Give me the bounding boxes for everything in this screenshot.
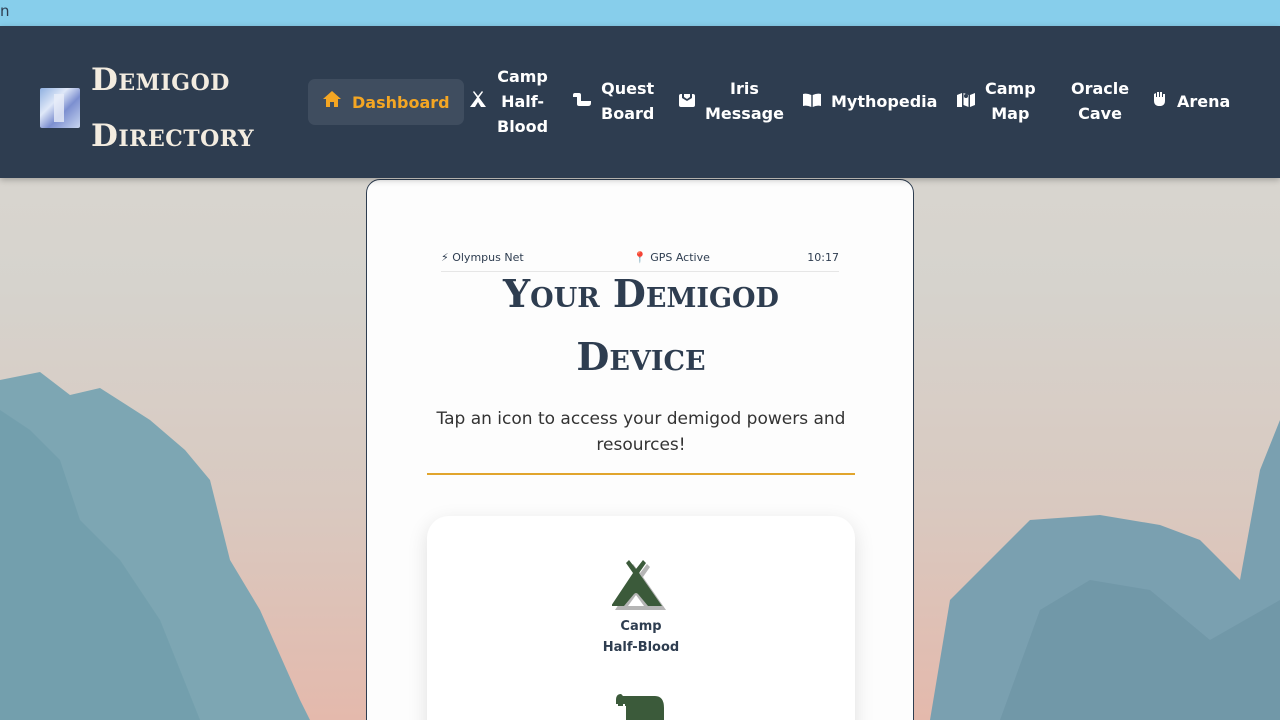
- app-label: Camp Half-Blood: [602, 619, 680, 655]
- tent-icon: [611, 560, 670, 612]
- nav-item-arena[interactable]: Arena: [1153, 89, 1230, 114]
- nav-item-quest-board[interactable]: Quest Board: [573, 76, 654, 126]
- device-card: ⚡ Olympus Net 📍 GPS Active 10:17 Your De…: [366, 179, 914, 720]
- nav-item-dashboard[interactable]: Dashboard: [308, 79, 464, 125]
- home-icon: [322, 90, 342, 115]
- tent-icon: [469, 89, 487, 114]
- nav-item-mythopedia[interactable]: Mythopedia: [803, 89, 937, 114]
- nav-item-camp-map[interactable]: Camp Map: [957, 76, 1036, 126]
- top-strip: n: [0, 0, 1280, 26]
- map-icon: [957, 89, 975, 114]
- nav-item-camp-half-blood[interactable]: Camp Half- Blood: [469, 64, 548, 139]
- book-icon: [803, 89, 821, 114]
- app-quest-board[interactable]: [591, 694, 691, 720]
- nav-item-iris-message[interactable]: Iris Message: [679, 76, 784, 126]
- nav-item-oracle-cave[interactable]: Oracle Cave: [1071, 76, 1129, 126]
- divider: [427, 473, 855, 475]
- page-title: Your Demigod Device: [503, 271, 779, 379]
- scroll-icon: [573, 89, 591, 114]
- page-subtitle: Tap an icon to access your demigod power…: [436, 409, 846, 455]
- top-strip-text: n: [0, 2, 10, 20]
- app-camp-half-blood[interactable]: Camp Half-Blood: [591, 560, 691, 658]
- app-grid: Camp Half-Blood: [427, 516, 855, 720]
- scroll-icon: [615, 694, 667, 720]
- main-navbar: Demigod Directory Dashboard Camp Half- B…: [0, 26, 1280, 178]
- brand[interactable]: Demigod Directory: [40, 52, 254, 164]
- logo-image: [40, 88, 80, 128]
- brand-title: Demigod Directory: [91, 62, 255, 154]
- envelope-icon: [679, 89, 695, 114]
- fist-icon: [1153, 89, 1167, 114]
